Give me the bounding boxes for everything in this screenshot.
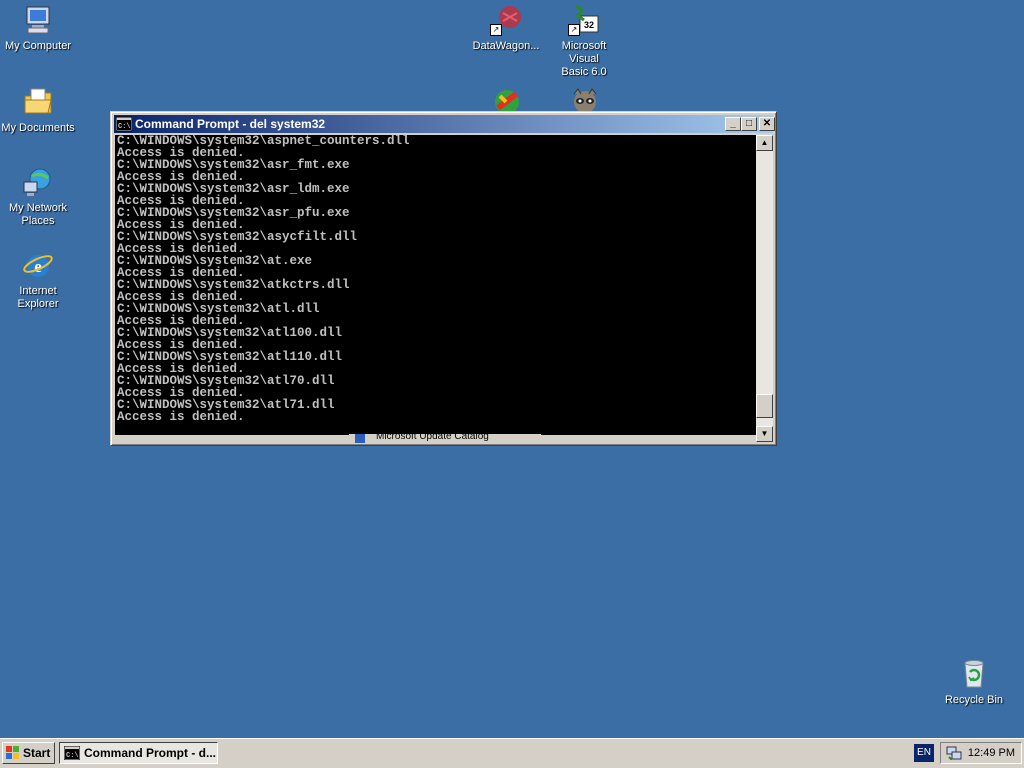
scroll-down-button[interactable]: ▼ [756, 426, 773, 442]
recycle-bin-icon [958, 658, 990, 690]
desktop-icon-label: Internet Explorer [17, 285, 59, 310]
clock[interactable]: 12:49 PM [968, 743, 1015, 763]
maximize-icon: □ [745, 118, 753, 129]
desktop-icon-internet-explorer[interactable]: e Internet Explorer [0, 249, 76, 311]
visual-basic-icon: 32 ↗ [568, 4, 600, 36]
shortcut-arrow-icon: ↗ [568, 24, 580, 36]
network-tray-icon[interactable] [946, 746, 962, 761]
command-prompt-icon: C:\ [63, 745, 81, 761]
window-titlebar[interactable]: C:\ Command Prompt - del system32 _ □ ✕ [114, 115, 775, 133]
desktop-icon-label: My Documents [1, 122, 75, 134]
scroll-up-button[interactable]: ▲ [756, 135, 773, 151]
partially-hidden-desktop-icon[interactable] [490, 88, 524, 111]
system-tray: 12:49 PM [940, 742, 1022, 764]
desktop-icon-my-documents[interactable]: My Documents [0, 86, 76, 135]
taskbar: Start C:\ Command Prompt - d... EN 12:49… [0, 738, 1024, 768]
behind-window-label: Microsoft Update Catalog [376, 434, 489, 442]
behind-window-taskbar-peek: Microsoft Update Catalog [349, 434, 541, 444]
desktop-icon-datawagon[interactable]: ↗ DataWagon... [468, 4, 544, 53]
scroll-up-arrow-icon: ▲ [760, 138, 769, 147]
svg-text:C:\: C:\ [66, 752, 79, 760]
desktop-icon-label: My Network Places [8, 202, 68, 227]
start-label: Start [23, 746, 51, 760]
command-prompt-window[interactable]: C:\ Command Prompt - del system32 _ □ ✕ … [110, 111, 777, 446]
console-output[interactable]: C:\WINDOWS\system32\aspnet_counters.dll A… [115, 135, 756, 435]
colorful-app-icon [495, 90, 519, 111]
minimize-icon: _ [730, 118, 736, 129]
my-documents-icon [22, 86, 54, 118]
close-icon: ✕ [762, 118, 772, 129]
window-title: Command Prompt - del system32 [135, 117, 326, 131]
datawagon-icon: ↗ [490, 4, 522, 36]
start-button[interactable]: Start [2, 742, 55, 764]
scroll-down-arrow-icon: ▼ [760, 429, 769, 438]
desktop-icon-my-network-places[interactable]: My Network Places [0, 166, 76, 228]
my-network-places-icon [22, 166, 54, 198]
raccoon-app-icon [573, 88, 597, 111]
command-prompt-icon: C:\ [115, 116, 133, 132]
minimize-button[interactable]: _ [725, 117, 741, 131]
taskbar-button-command-prompt[interactable]: C:\ Command Prompt - d... [59, 742, 218, 764]
vertical-scrollbar[interactable]: ▲ ▼ [756, 135, 773, 442]
desktop-icon-my-computer[interactable]: My Computer [0, 4, 76, 53]
desktop-icon-label: My Computer [4, 40, 72, 52]
desktop-icon-label: DataWagon... [472, 40, 540, 52]
svg-text:32: 32 [584, 20, 594, 30]
shortcut-arrow-icon: ↗ [490, 24, 502, 36]
desktop-icon-visual-basic[interactable]: 32 ↗ Microsoft Visual Basic 6.0 [546, 4, 622, 79]
scrollbar-thumb[interactable] [756, 394, 773, 419]
my-computer-icon [22, 4, 54, 36]
svg-text:C:\: C:\ [118, 123, 131, 131]
internet-explorer-icon: e [22, 249, 54, 281]
language-indicator[interactable]: EN [914, 744, 934, 762]
taskbar-button-label: Command Prompt - d... [84, 746, 216, 760]
windows-logo-icon [6, 746, 20, 760]
desktop-icon-recycle-bin[interactable]: Recycle Bin [936, 658, 1012, 707]
partially-hidden-desktop-icon[interactable] [568, 86, 602, 111]
console-line: Access is denied. [117, 410, 245, 424]
desktop-icon-label: Microsoft Visual Basic 6.0 [561, 40, 607, 78]
catalog-icon [355, 434, 365, 443]
desktop-icon-label: Recycle Bin [944, 694, 1004, 706]
maximize-button[interactable]: □ [741, 117, 757, 131]
close-button[interactable]: ✕ [759, 117, 775, 131]
